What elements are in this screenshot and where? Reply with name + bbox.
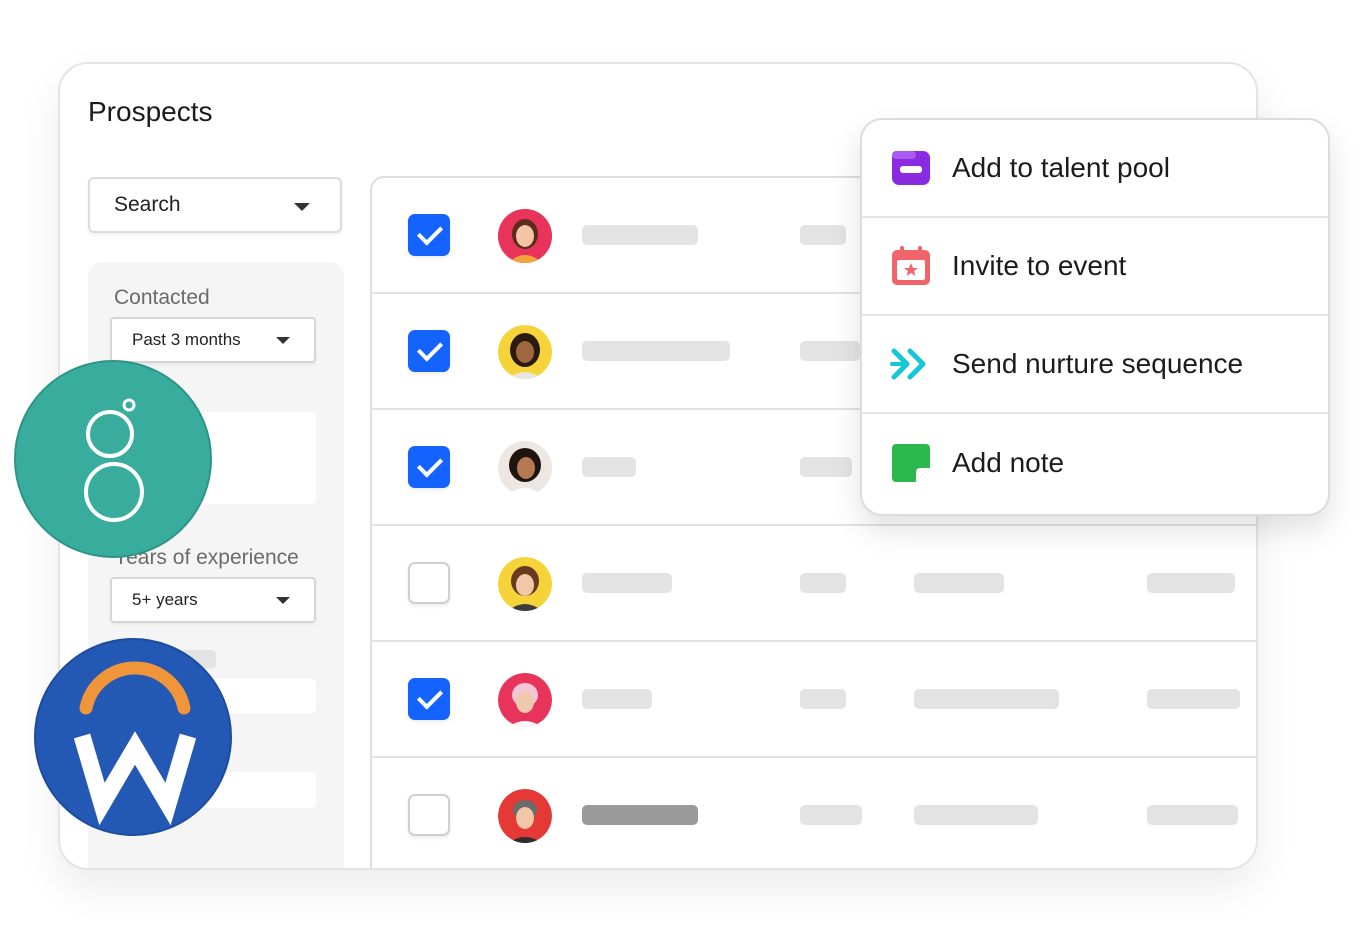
cell-placeholder	[800, 805, 862, 825]
row-checkbox[interactable]	[408, 446, 450, 488]
workday-logo-icon	[73, 661, 197, 826]
filter-label-contacted: Contacted	[114, 286, 210, 309]
cell-placeholder	[800, 573, 846, 593]
row-checkbox[interactable]	[408, 330, 450, 372]
menu-item-invite-to-event[interactable]: Invite to event	[862, 218, 1328, 316]
row-checkbox[interactable]	[408, 678, 450, 720]
name-placeholder	[582, 225, 698, 245]
talent-pool-icon	[892, 151, 930, 185]
chevron-down-icon	[294, 203, 310, 211]
greenhouse-logo-icon	[84, 398, 144, 522]
chevron-down-icon	[276, 337, 290, 344]
avatar	[498, 209, 552, 263]
search-dropdown-value: Search	[114, 193, 181, 216]
row-checkbox[interactable]	[408, 214, 450, 256]
double-chevron-icon	[890, 348, 926, 380]
experience-dropdown[interactable]: 5+ years	[110, 577, 316, 623]
note-icon	[892, 444, 930, 482]
avatar	[498, 441, 552, 495]
cell-placeholder	[914, 573, 1004, 593]
contacted-dropdown[interactable]: Past 3 months	[110, 317, 316, 363]
name-placeholder	[582, 573, 672, 593]
menu-item-add-to-talent-pool[interactable]: Add to talent pool	[862, 120, 1328, 218]
search-dropdown[interactable]: Search	[88, 177, 342, 233]
workday-logo	[34, 638, 232, 836]
name-placeholder	[582, 689, 652, 709]
contacted-dropdown-value: Past 3 months	[132, 330, 241, 349]
menu-item-label: Invite to event	[952, 250, 1127, 281]
cell-placeholder	[1147, 689, 1240, 709]
page-title: Prospects	[88, 96, 213, 127]
row-checkbox[interactable]	[408, 562, 450, 604]
cell-placeholder	[1147, 573, 1235, 593]
avatar	[498, 789, 552, 843]
calendar-icon	[892, 246, 930, 285]
cell-placeholder	[914, 689, 1059, 709]
avatar	[498, 673, 552, 727]
table-row[interactable]	[372, 758, 1256, 868]
table-row[interactable]	[372, 526, 1256, 642]
actions-menu: Add to talent pool Invite to event Send …	[860, 118, 1330, 516]
cell-placeholder	[800, 225, 846, 245]
table-row[interactable]	[372, 642, 1256, 758]
cell-placeholder	[1147, 805, 1238, 825]
cell-placeholder	[914, 805, 1038, 825]
avatar	[498, 325, 552, 379]
name-placeholder	[582, 341, 730, 361]
menu-item-label: Send nurture sequence	[952, 348, 1244, 379]
name-placeholder	[582, 805, 698, 825]
experience-dropdown-value: 5+ years	[132, 590, 198, 609]
menu-item-add-note[interactable]: Add note	[862, 414, 1328, 512]
cell-placeholder	[800, 341, 860, 361]
menu-item-label: Add to talent pool	[952, 152, 1170, 183]
avatar	[498, 557, 552, 611]
menu-item-label: Add note	[952, 447, 1065, 478]
cell-placeholder	[800, 689, 846, 709]
chevron-down-icon	[276, 597, 290, 604]
menu-item-send-nurture-sequence[interactable]: Send nurture sequence	[862, 316, 1328, 414]
name-placeholder	[582, 457, 636, 477]
greenhouse-logo	[14, 360, 212, 558]
cell-placeholder	[800, 457, 852, 477]
row-checkbox[interactable]	[408, 794, 450, 836]
